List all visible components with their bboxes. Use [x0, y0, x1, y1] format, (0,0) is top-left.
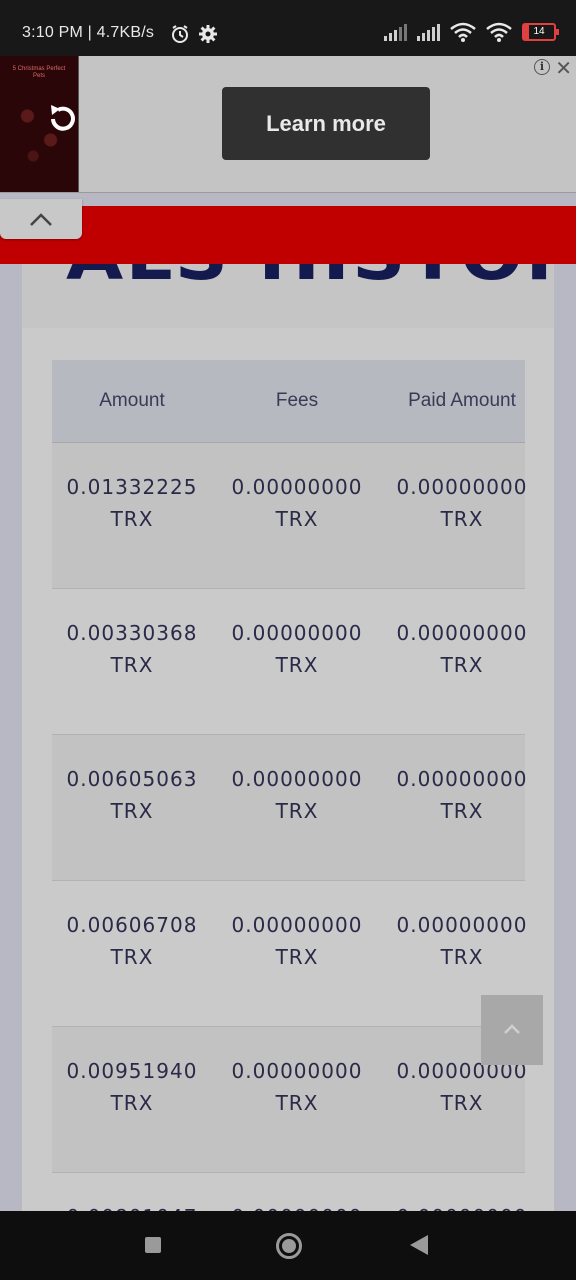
- system-navigation-bar: [0, 1211, 576, 1280]
- battery-level: 14: [533, 26, 545, 37]
- paid-amount-cell: 0.00000000 TRX: [396, 621, 528, 677]
- amount-cell: 0.00606708 TRX: [66, 913, 198, 969]
- scroll-to-top-button[interactable]: [481, 995, 543, 1065]
- wifi-icon: [486, 22, 512, 42]
- paid-amount-cell: 0.00000000 TRX: [396, 767, 528, 823]
- home-button[interactable]: [276, 1233, 302, 1259]
- table-header: Amount Fees Paid Amount: [52, 360, 525, 443]
- fees-cell: 0.00000000 TRX: [231, 767, 363, 823]
- wifi-icon: [450, 22, 476, 42]
- collapse-ad-button[interactable]: [0, 199, 82, 239]
- fees-cell: 0.00000000 TRX: [231, 621, 363, 677]
- table-row: 0.00330368 TRX 0.00000000 TRX 0.00000000 TR…: [52, 589, 526, 735]
- amount-cell: 0.00330368 TRX: [66, 621, 198, 677]
- back-button[interactable]: [410, 1235, 428, 1255]
- status-time: 3:10 PM | 4.7KB/s: [22, 24, 155, 41]
- column-header-amount: Amount: [99, 390, 165, 411]
- page-title: ALS HISTORY: [66, 264, 554, 295]
- alarm-icon: [172, 25, 188, 43]
- amount-cell: 0.00605063 TRX: [66, 767, 198, 823]
- fees-cell: 0.00000000 TRX: [231, 913, 363, 969]
- signal-icon: [384, 23, 407, 41]
- ad-close-icon[interactable]: ✕: [555, 56, 572, 81]
- recents-button[interactable]: [145, 1237, 161, 1253]
- table-row: 0.00605063 TRX 0.00000000 TRX 0.00000000 TR…: [52, 735, 526, 881]
- amount-cell: 0.00951940 TRX: [66, 1059, 198, 1115]
- gear-icon: [199, 25, 217, 43]
- signal-icon: [417, 23, 440, 41]
- replay-icon[interactable]: [44, 100, 82, 138]
- paid-amount-cell: 0.00000000 TRX: [396, 475, 528, 531]
- fees-cell: 0.00000000 TRX: [231, 475, 363, 531]
- ad-thumbnail-text: 5 Christmas Perfect Pets: [12, 66, 66, 79]
- table-row: 0.01332225 TRX 0.00000000 TRX 0.00000000 TR…: [52, 443, 526, 589]
- ad-banner[interactable]: 5 Christmas Perfect Pets Learn more i ✕: [0, 56, 576, 193]
- ad-info-icon[interactable]: i: [534, 59, 550, 75]
- status-bar: 3:10 PM | 4.7KB/s 14: [0, 0, 576, 56]
- site-header-bar: [0, 206, 576, 264]
- column-header-paid-amount: Paid Amount: [408, 390, 516, 411]
- column-header-fees: Fees: [275, 390, 319, 411]
- card-header: ALS HISTORY: [22, 264, 554, 328]
- amount-cell: 0.01332225 TRX: [66, 475, 198, 531]
- chevron-up-icon: [30, 213, 52, 226]
- learn-more-button[interactable]: Learn more: [222, 87, 430, 160]
- paid-amount-cell: 0.00000000 TRX: [396, 913, 528, 969]
- table-row: 0.00606708 TRX 0.00000000 TRX 0.00000000 TR…: [52, 881, 526, 1027]
- battery-icon: 14: [522, 23, 559, 41]
- table-row: 0.00951940 TRX 0.00000000 TRX 0.00000000 TR…: [52, 1027, 526, 1173]
- chevron-up-icon: [504, 1024, 520, 1034]
- history-table: Amount Fees Paid Amount 0.01332225 TRX 0.…: [52, 360, 526, 1224]
- fees-cell: 0.00000000 TRX: [231, 1059, 363, 1115]
- history-card: ALS HISTORY Amount Fees Paid Amount 0.01…: [22, 264, 554, 1224]
